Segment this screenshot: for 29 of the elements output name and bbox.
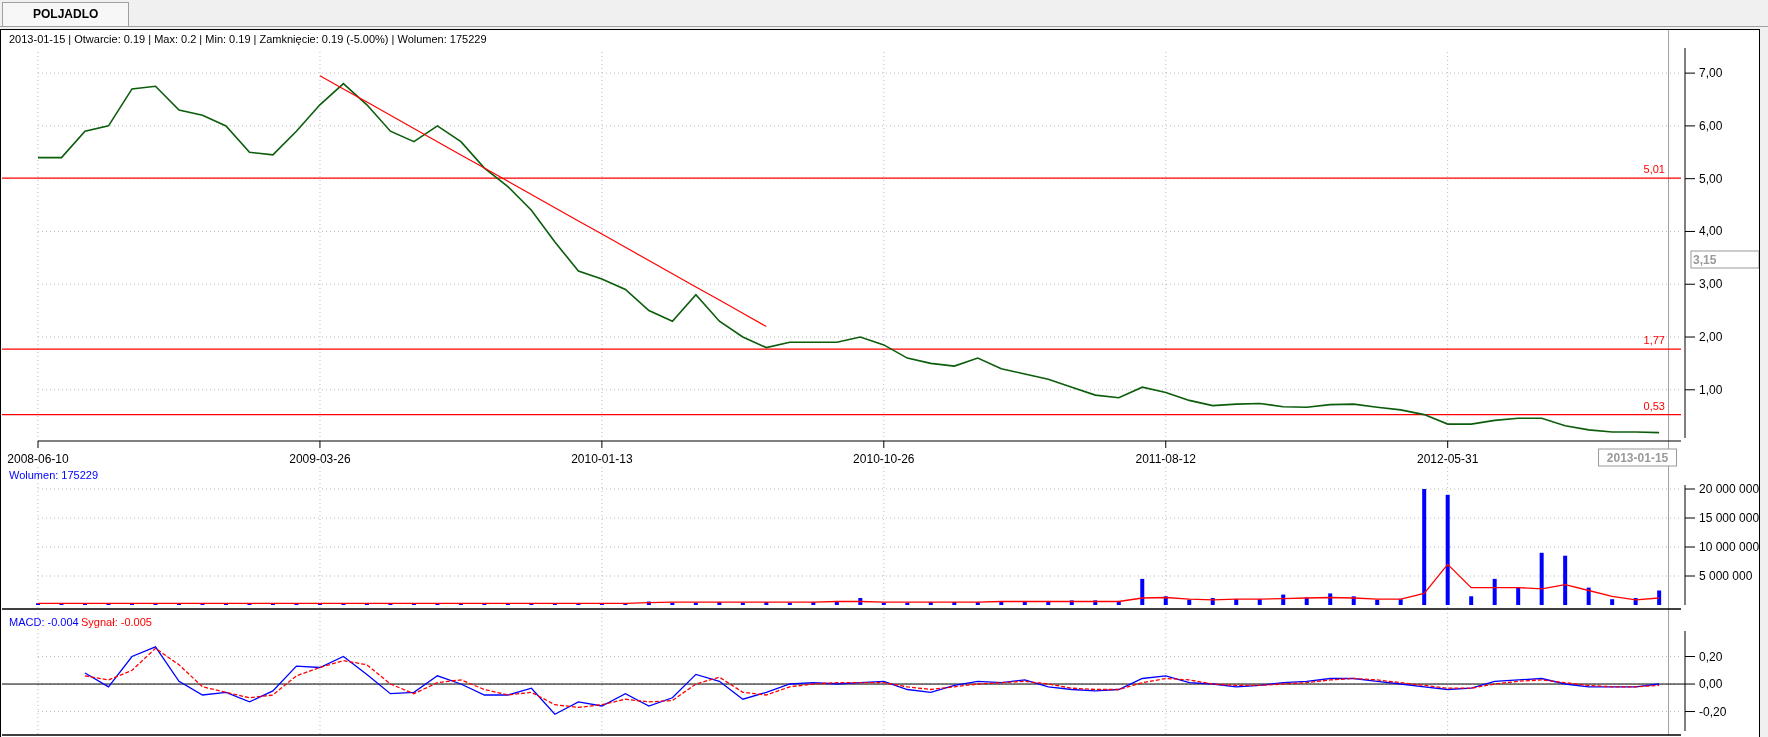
cursor-date-label: 2013-01-15: [1598, 448, 1678, 467]
axis-label: 6,00: [1699, 118, 1723, 133]
axis-label: 5,00: [1699, 171, 1723, 186]
axis-label: 5 000 000: [1699, 569, 1753, 583]
date-label: 2012-05-31: [1417, 452, 1479, 466]
level-label: 1,77: [1643, 334, 1665, 347]
cursor-value-label: 3,15: [1690, 250, 1759, 269]
axis-label: 1,00: [1699, 382, 1723, 397]
indicator-legend: Sygnał: -0.005: [81, 616, 152, 628]
date-label: 2008-06-10: [7, 452, 69, 466]
date-label: 2010-10-26: [853, 452, 915, 466]
axis-label: 4,00: [1699, 224, 1723, 239]
indicator-legend: MACD: -0.004: [9, 616, 79, 628]
date-label: 2009-03-26: [289, 452, 351, 466]
level-label: 5,01: [1643, 163, 1665, 176]
axis-label: 15 000 000: [1699, 511, 1759, 525]
quote-info-text: 2013-01-15 | Otwarcie: 0.19 | Max: 0.2 | Min: 0.19 | Zamknięcie: 0.19 (-5.00%) | Wolumen: 175229: [9, 33, 487, 45]
level-label: 0,53: [1643, 399, 1665, 412]
axis-label: 20 000 000: [1699, 482, 1759, 496]
axis-label: 0,00: [1699, 677, 1723, 692]
date-label: 2010-01-13: [571, 452, 633, 466]
axis-label: 0,20: [1699, 649, 1723, 664]
axis-label: -0,20: [1699, 704, 1727, 719]
axis-label: 10 000 000: [1699, 540, 1759, 554]
axis-label: 7,00: [1699, 66, 1723, 81]
axis-label: 2,00: [1699, 330, 1723, 344]
volume-legend: Wolumen: 175229: [9, 469, 99, 481]
date-label: 2011-08-12: [1135, 452, 1196, 466]
axis-label: 3,00: [1699, 277, 1723, 292]
